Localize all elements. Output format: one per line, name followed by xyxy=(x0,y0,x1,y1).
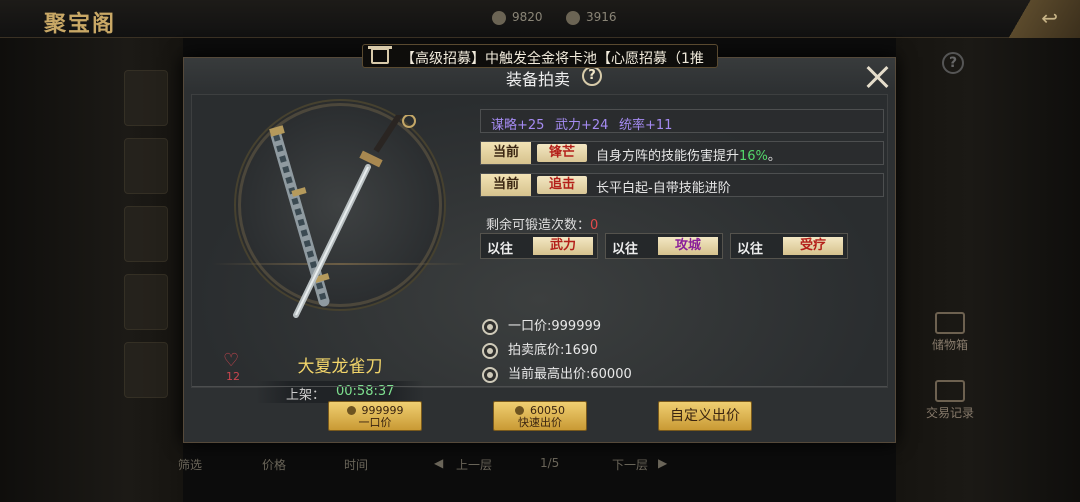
dialog-divider xyxy=(192,386,887,387)
skill-name[interactable]: 锋芒 xyxy=(537,144,587,162)
right-background xyxy=(896,38,1080,502)
current-tag: 当前 xyxy=(481,174,531,196)
announcement-marquee: 【高级招募】中触发全金将卡池【心愿招募（1推 xyxy=(362,44,718,68)
heart-icon[interactable]: ♡ xyxy=(223,350,239,371)
quick-bid-button[interactable]: 60050 快速出价 xyxy=(493,401,587,431)
sword-icon xyxy=(269,115,416,318)
skill-row-1: 当前 锋芒 自身方阵的技能伤害提升16%。 xyxy=(480,141,884,165)
page-indicator: 1/5 xyxy=(540,456,560,470)
stat-strategy: 谋略+25 xyxy=(491,118,545,133)
sort-price-button[interactable]: 价格 xyxy=(262,456,286,473)
filter-button[interactable]: 筛选 xyxy=(178,456,202,473)
coin-icon xyxy=(482,342,498,359)
prev-page-button[interactable]: 上一层 xyxy=(456,456,492,473)
dialog-title: 装备拍卖 xyxy=(506,70,571,89)
currency-copper: 9820 xyxy=(492,10,543,25)
back-button[interactable]: ↩ xyxy=(1000,0,1080,38)
storage-box-button[interactable]: 储物箱 xyxy=(918,312,982,353)
side-tab-1[interactable] xyxy=(124,70,168,126)
equipment-auction-dialog: 装备拍卖 ? ♡ 12 大夏龙雀刀 上架： 00:58:37 谋略+25 武力+… xyxy=(183,57,896,443)
dialog-body: ♡ 12 大夏龙雀刀 上架： 00:58:37 谋略+25 武力+24 统率+1… xyxy=(191,94,888,403)
screen-title: 聚宝阁 xyxy=(44,11,117,37)
announcement-icon xyxy=(368,46,392,64)
side-tab-4[interactable] xyxy=(124,274,168,330)
background-help-icon[interactable]: ? xyxy=(942,52,964,74)
currency-gold: 3916 xyxy=(566,10,617,25)
bottom-toolbar: 筛选 价格 时间 ◀ 上一层 1/5 下一层 ▶ xyxy=(150,448,870,480)
item-name: 大夏龙雀刀 xyxy=(297,357,383,377)
forge-history-healing[interactable]: 以往 受疗 xyxy=(730,233,848,259)
next-page-button[interactable]: 下一层 xyxy=(612,456,648,473)
like-count: 12 xyxy=(226,370,240,383)
coin-icon xyxy=(482,318,498,335)
coin-icon xyxy=(482,366,498,383)
stat-command: 统率+11 xyxy=(619,118,673,133)
listing-timer: 上架： 00:58:37 xyxy=(256,381,424,403)
sort-time-button[interactable]: 时间 xyxy=(344,456,368,473)
skill-description: 长平白起-自带技能进阶 xyxy=(596,181,731,196)
custom-bid-button[interactable]: 自定义出价 xyxy=(658,401,752,431)
stat-bonuses: 谋略+25 武力+24 统率+11 xyxy=(480,109,884,133)
stat-force: 武力+24 xyxy=(555,118,609,133)
buyout-button[interactable]: 999999 一口价 xyxy=(328,401,422,431)
skill-description: 自身方阵的技能伤害提升16%。 xyxy=(596,149,781,164)
ledger-icon xyxy=(935,380,965,402)
forge-count-label: 剩余可锻造次数：0 xyxy=(486,218,599,233)
chest-icon xyxy=(935,312,965,334)
buyout-price-row: 一口价:999999 xyxy=(482,315,601,335)
forge-count: 0 xyxy=(590,218,599,233)
prev-page-arrow-icon[interactable]: ◀ xyxy=(434,456,443,470)
current-tag: 当前 xyxy=(481,142,531,164)
trade-history-button[interactable]: 交易记录 xyxy=(918,380,982,421)
skill-name[interactable]: 追击 xyxy=(537,176,587,194)
coin-icon xyxy=(492,10,506,25)
side-tab-5[interactable] xyxy=(124,342,168,398)
reserve-price-row: 拍卖底价:1690 xyxy=(482,339,597,359)
back-arrow-icon: ↩ xyxy=(1041,6,1058,30)
marquee-text: 【高级招募】中触发全金将卡池【心愿招募（1推 xyxy=(401,51,704,67)
forge-history-force[interactable]: 以往 武力 xyxy=(480,233,598,259)
forge-history-siege[interactable]: 以往 攻城 xyxy=(605,233,723,259)
skill-row-2: 当前 追击 长平白起-自带技能进阶 xyxy=(480,173,884,197)
side-tab-3[interactable] xyxy=(124,206,168,262)
help-icon[interactable]: ? xyxy=(582,66,602,86)
top-bar: 聚宝阁 9820 3916 ↩ xyxy=(0,0,1080,38)
gold-ingot-icon xyxy=(566,10,580,25)
highest-bid-row: 当前最高出价:60000 xyxy=(482,363,632,383)
left-background xyxy=(0,38,183,502)
close-button[interactable] xyxy=(864,64,890,90)
side-tab-2[interactable] xyxy=(124,138,168,194)
next-page-arrow-icon[interactable]: ▶ xyxy=(658,456,667,470)
